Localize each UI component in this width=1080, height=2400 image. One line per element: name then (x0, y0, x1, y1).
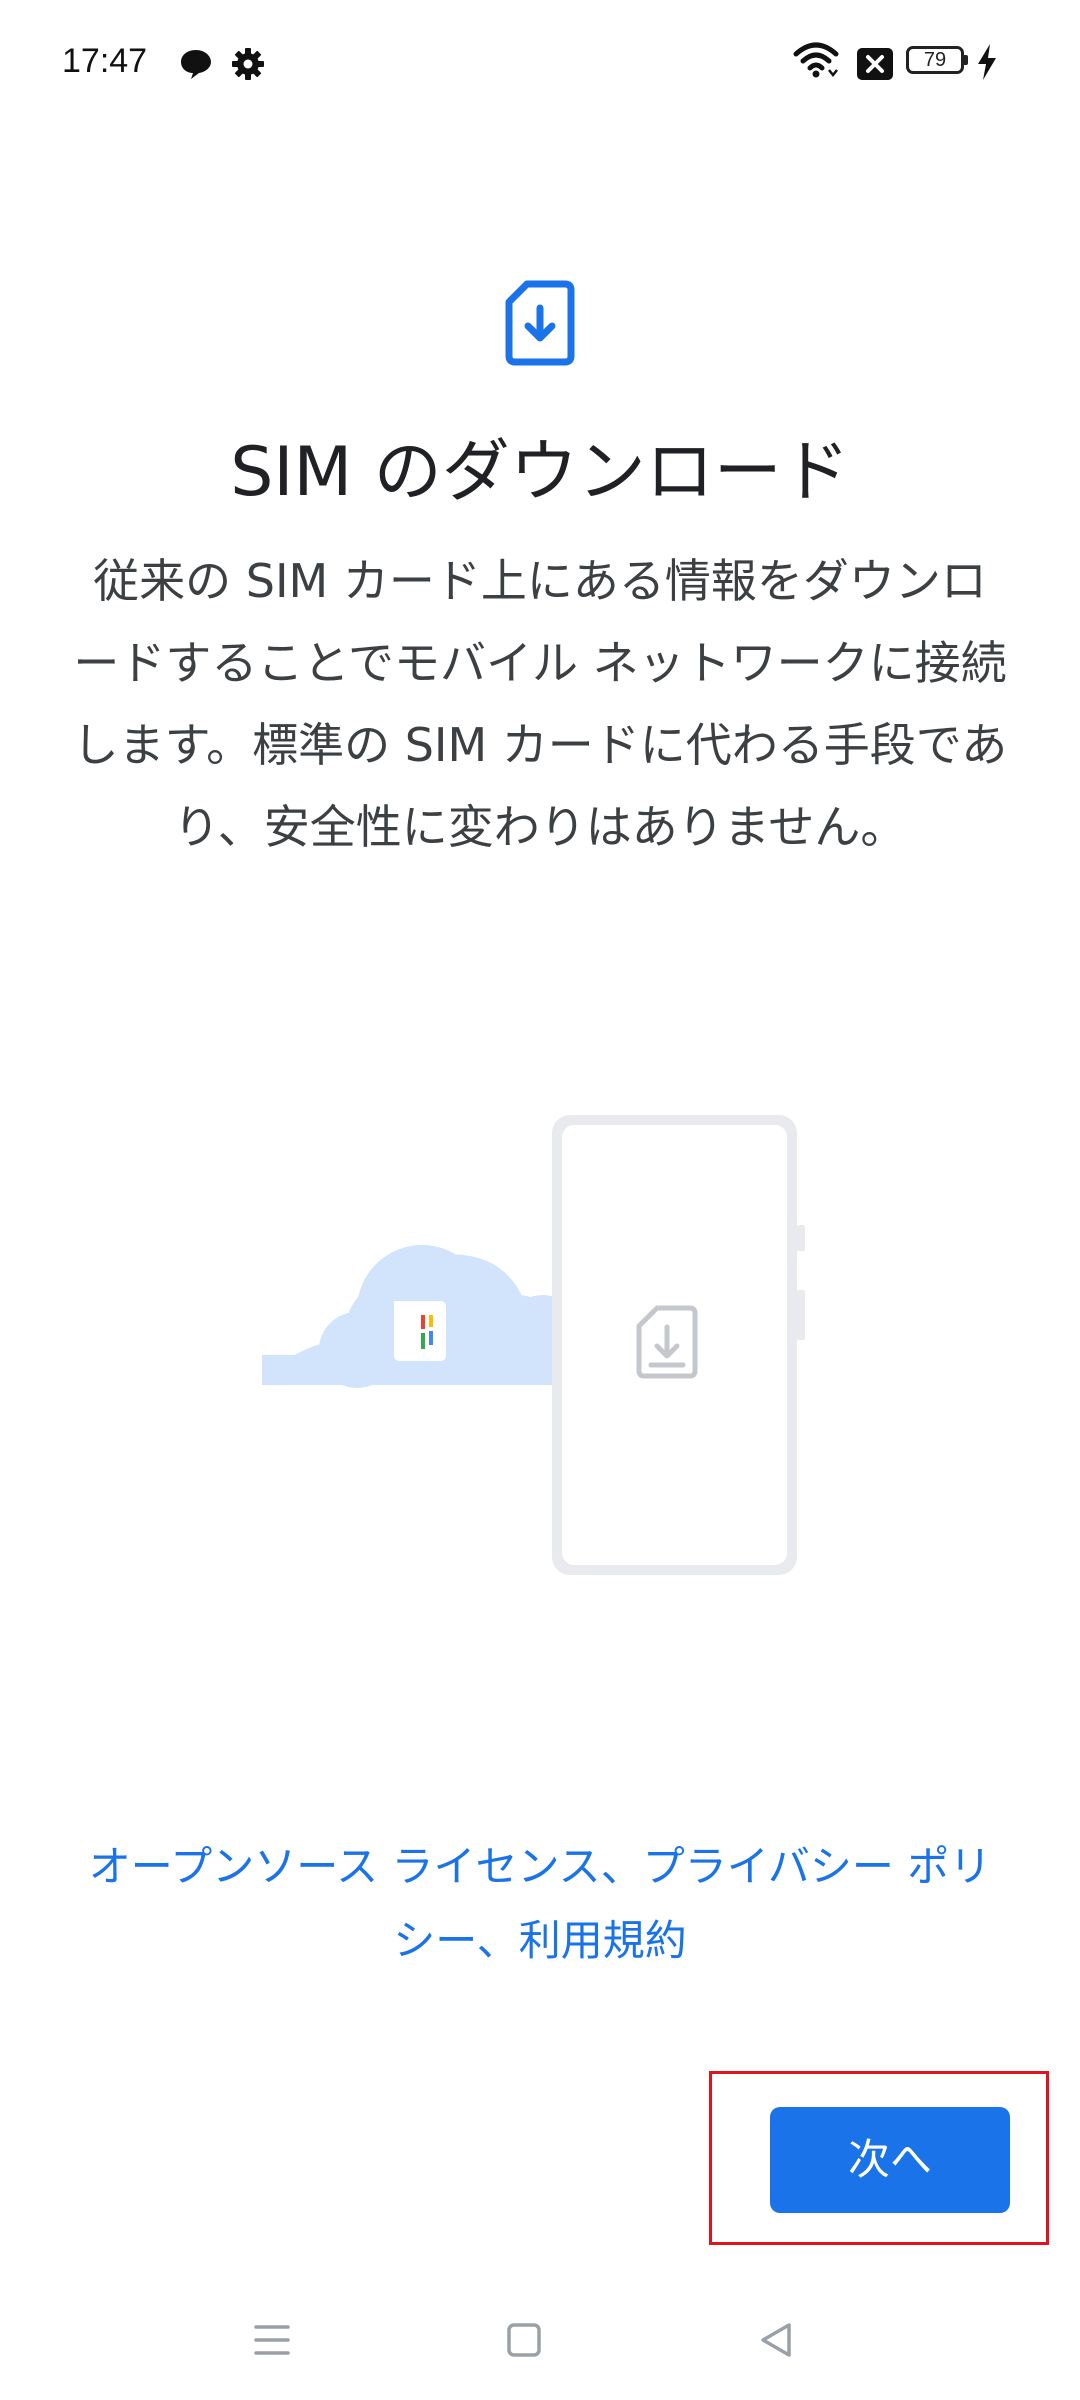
navigation-bar (0, 2290, 1080, 2400)
wifi-icon (793, 42, 839, 78)
sim-card-graphic (394, 1301, 446, 1361)
sim-blocked-icon (857, 48, 893, 80)
cloud-to-phone-sim-illustration (262, 1115, 805, 1575)
next-button[interactable]: 次へ (770, 2107, 1010, 2213)
chat-bubble-icon (181, 50, 211, 79)
terms-of-service-link[interactable]: 利用規約 (519, 1916, 687, 1965)
description-text: 従来の SIM カード上にある情報をダウンロードすることでモバイル ネットワーク… (72, 554, 1008, 854)
battery-icon: 79 (906, 46, 968, 74)
link-separator: 、 (476, 1916, 519, 1965)
open-source-license-link[interactable]: オープンソース ライセンス (89, 1842, 601, 1891)
charging-bolt-icon (978, 44, 996, 80)
back-icon[interactable] (746, 2310, 806, 2370)
gear-icon (232, 48, 264, 80)
battery-level: 79 (923, 49, 947, 71)
status-bar: 17:47 79 (0, 0, 1080, 120)
status-time: 17:47 (62, 42, 148, 80)
page-title: SIM のダウンロード (230, 433, 850, 512)
menu-icon[interactable] (242, 2310, 302, 2370)
home-icon[interactable] (494, 2310, 554, 2370)
link-separator: 、 (600, 1842, 643, 1891)
phone-graphic (552, 1115, 805, 1575)
legal-links: オープンソース ライセンス、プライバシー ポリシー、利用規約 (72, 1830, 1008, 1978)
sim-download-icon (505, 280, 575, 366)
